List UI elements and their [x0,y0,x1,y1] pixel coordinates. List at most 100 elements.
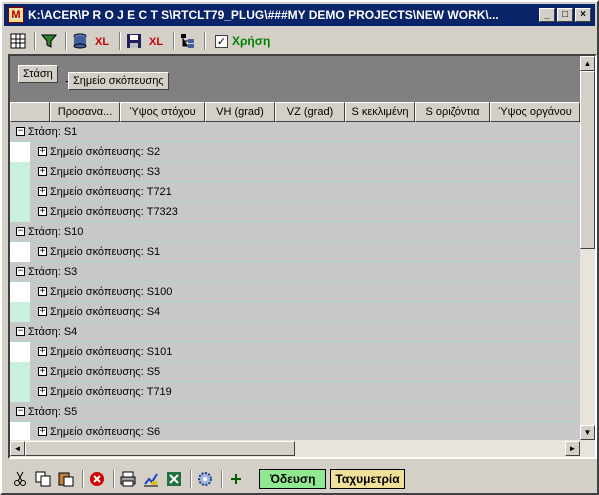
expand-toggle[interactable]: + [38,167,47,176]
row-label: Σημείο σκόπευσης: S2 [50,145,161,158]
row-indent [10,161,30,182]
expand-toggle[interactable]: + [38,347,47,356]
row-label: Σημείο σκόπευσης: S5 [50,365,161,378]
row-label: Στάση: S10 [28,225,84,238]
close-button[interactable]: × [575,8,591,22]
vertical-scrollbar[interactable]: ▲ ▼ [580,56,595,440]
child-row[interactable]: + Σημείο σκόπευσης: T719 [10,381,580,402]
data-grid: Στάση Σημείο σκόπευσης Προσανα... Ύψος σ… [8,54,597,459]
row-label: Σημείο σκόπευσης: S101 [50,345,173,358]
scroll-right-button[interactable]: ► [565,441,580,456]
window-title: K:\ACER\P R O J E C T S\RTCLT79_PLUG\###… [28,8,499,22]
expand-toggle[interactable]: + [38,147,47,156]
column-header-blank[interactable] [10,102,50,122]
collapse-toggle[interactable]: − [16,127,25,136]
toolbar: XL XL ✓ Χρήση [4,29,595,53]
row-indent [10,281,30,302]
horizontal-scroll-thumb[interactable] [25,441,295,456]
filter-icon[interactable] [39,31,59,51]
child-row[interactable]: + Σημείο σκόπευσης: S4 [10,301,580,322]
column-header-horizontal-distance[interactable]: S οριζόντια [415,102,490,122]
chart-icon[interactable] [141,469,161,489]
row-label: Σημείο σκόπευσης: S100 [50,285,173,298]
group-row[interactable]: − Στάση: S10 [10,222,580,242]
row-label: Σημείο σκόπευσης: S3 [50,165,161,178]
column-header-target-height[interactable]: Ύψος στόχου [120,102,205,122]
column-header-slope-distance[interactable]: S κεκλιμένη [345,102,415,122]
vertical-scroll-thumb[interactable] [580,71,595,249]
group-row[interactable]: − Στάση: S1 [10,122,580,142]
tree-icon[interactable] [178,31,198,51]
child-row[interactable]: + Σημείο σκόπευσης: S100 [10,281,580,302]
group-chip-target[interactable]: Σημείο σκόπευσης [68,72,169,90]
cut-icon[interactable] [10,469,30,489]
maximize-button[interactable]: □ [557,8,573,22]
column-header-instrument-height[interactable]: Ύψος οργάνου [490,102,580,122]
row-label: Σημείο σκόπευσης: S1 [50,245,161,258]
scroll-down-button[interactable]: ▼ [580,425,595,440]
traverse-button[interactable]: Όδευση [259,469,327,489]
toolbar-separator [119,32,121,50]
expand-toggle[interactable]: + [38,367,47,376]
child-row[interactable]: + Σημείο σκόπευσης: S1 [10,241,580,262]
group-row[interactable]: − Στάση: S3 [10,262,580,282]
paste-icon[interactable] [56,469,76,489]
tacheometry-button[interactable]: Ταχυμετρία [330,469,405,489]
child-row[interactable]: + Σημείο σκόπευσης: S5 [10,361,580,382]
expand-toggle[interactable]: + [38,427,47,436]
row-label: Σημείο σκόπευσης: T721 [50,185,172,198]
grid-icon[interactable] [8,31,28,51]
svg-text:XL: XL [149,36,163,48]
group-chip-station[interactable]: Στάση [18,65,58,83]
expand-toggle[interactable]: + [38,307,47,316]
column-header-orientation[interactable]: Προσανα... [50,102,120,122]
bottom-separator [190,470,192,488]
add-icon[interactable] [226,469,246,489]
collapse-toggle[interactable]: − [16,267,25,276]
row-indent [10,361,30,382]
child-row[interactable]: + Σημείο σκόπευσης: T7323 [10,201,580,222]
expand-toggle[interactable]: + [38,387,47,396]
expand-toggle[interactable]: + [38,287,47,296]
row-indent [10,201,30,222]
toolbar-separator [34,32,36,50]
minimize-button[interactable]: _ [539,8,555,22]
copy-icon[interactable] [33,469,53,489]
database-icon[interactable] [70,31,90,51]
delete-icon[interactable] [87,469,107,489]
bottom-separator [113,470,115,488]
child-row[interactable]: + Σημείο σκόπευσης: S6 [10,421,580,440]
row-indent [10,341,30,362]
scroll-up-button[interactable]: ▲ [580,56,595,71]
row-indent [10,421,30,440]
expand-toggle[interactable]: + [38,207,47,216]
excel-export-icon[interactable]: XL [147,31,167,51]
excel-icon[interactable]: XL [93,31,113,51]
bottom-separator [82,470,84,488]
child-row[interactable]: + Σημείο σκόπευσης: S2 [10,141,580,162]
column-header-vz[interactable]: VZ (grad) [275,102,345,122]
child-row[interactable]: + Σημείο σκόπευσης: S3 [10,161,580,182]
print-icon[interactable] [118,469,138,489]
collapse-toggle[interactable]: − [16,327,25,336]
collapse-toggle[interactable]: − [16,227,25,236]
save-icon[interactable] [124,31,144,51]
row-label: Στάση: S1 [28,125,78,138]
settings-icon[interactable] [195,469,215,489]
excel-icon[interactable] [164,469,184,489]
group-row[interactable]: − Στάση: S5 [10,402,580,422]
app-icon[interactable]: M [8,7,24,23]
child-row[interactable]: + Σημείο σκόπευσης: S101 [10,341,580,362]
row-label: Στάση: S4 [28,325,78,338]
usage-checkbox[interactable]: ✓ [215,34,228,48]
horizontal-scrollbar[interactable]: ◄ ► [10,440,595,457]
expand-toggle[interactable]: + [38,247,47,256]
column-header-vh[interactable]: VH (grad) [205,102,275,122]
collapse-toggle[interactable]: − [16,407,25,416]
group-by-area: Στάση Σημείο σκόπευσης [10,56,580,102]
group-row[interactable]: − Στάση: S4 [10,322,580,342]
expand-toggle[interactable]: + [38,187,47,196]
row-label: Σημείο σκόπευσης: T719 [50,385,172,398]
scroll-left-button[interactable]: ◄ [10,441,25,456]
child-row[interactable]: + Σημείο σκόπευσης: T721 [10,181,580,202]
